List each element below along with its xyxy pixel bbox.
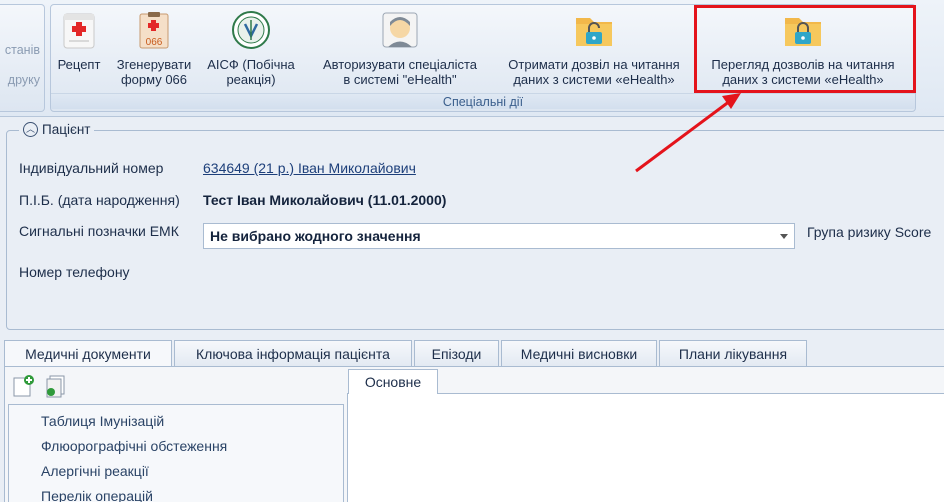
tree-item[interactable]: Флюорографічні обстеження — [41, 438, 227, 454]
tab-main[interactable]: Основне — [348, 369, 438, 394]
collapse-icon[interactable]: ︿ — [23, 122, 38, 137]
ribbon-partial-label[interactable]: станів — [5, 43, 40, 57]
form-066-icon: 066 — [139, 12, 169, 49]
chevron-down-icon[interactable] — [780, 234, 788, 239]
ribbon-group-label: Спеціальні дії — [51, 93, 915, 109]
ribbon-button-label-line: реакція) — [226, 72, 276, 87]
tree-item[interactable]: Алергічні реакції — [41, 463, 149, 479]
id-label: Індивідуальний номер — [19, 160, 164, 176]
ribbon-button-label: Рецепт — [57, 57, 101, 72]
tree-item[interactable]: Перелік операцій — [41, 488, 153, 502]
get-ehealth-read-permission-button[interactable]: Отримати дозвіл на читання даних з систе… — [493, 5, 695, 93]
tab-episodes[interactable]: Епізоди — [414, 340, 499, 367]
ribbon-button-label-line: в системі "eHealth" — [343, 72, 457, 87]
authorize-specialist-button[interactable]: Авторизувати спеціаліста в системі "eHea… — [307, 5, 493, 93]
ribbon-group-partial: станів друку — [0, 4, 45, 112]
emk-signal-select-value: Не вибрано жодного значення — [210, 228, 421, 244]
ribbon-partial-label[interactable]: друку — [8, 73, 40, 87]
ribbon-button-label-line: Отримати дозвіл на читання — [508, 57, 680, 72]
document-detail-panel — [347, 393, 944, 502]
ribbon-button-label-line: Згенерувати — [116, 57, 192, 72]
prescription-button[interactable]: Рецепт — [53, 5, 105, 93]
patient-panel-title: Пацієнт — [42, 122, 91, 137]
ribbon-button-label-line: даних з системи «eHealth» — [513, 72, 675, 87]
patient-panel-header: ︿ Пацієнт — [19, 122, 95, 137]
ribbon-button-label-line: АІСФ (Побічна — [207, 57, 295, 72]
form-066-icon-text: 066 — [146, 37, 163, 48]
emk-signal-select[interactable]: Не вибрано жодного значення — [203, 223, 795, 249]
ribbon-button-label: Згенерувати форму 066 — [109, 57, 199, 87]
risk-group-label: Група ризику Score — [807, 224, 932, 240]
tab-treatment-plans[interactable]: Плани лікування — [659, 340, 807, 367]
tree-item[interactable]: Таблиця Імунізацій — [41, 413, 164, 429]
highlight-box — [694, 5, 916, 93]
patient-id-link[interactable]: 634649 (21 р.) Іван Миколайович — [203, 160, 416, 176]
aisf-emblem-icon — [232, 11, 270, 49]
add-document-icon[interactable] — [12, 374, 36, 398]
patient-panel: ︿ Пацієнт Індивідуальний номер 634649 (2… — [6, 122, 944, 330]
ribbon-button-label-line: форму 066 — [120, 72, 188, 87]
tab-medical-documents[interactable]: Медичні документи — [4, 340, 172, 368]
ribbon-button-label: Авторизувати спеціаліста в системі "eHea… — [307, 57, 493, 87]
ribbon-button-label-line: Авторизувати спеціаліста — [322, 57, 477, 72]
copy-document-icon[interactable] — [44, 374, 68, 398]
phone-label: Номер телефону — [19, 264, 130, 280]
prescription-icon — [63, 13, 95, 49]
aisf-adverse-reaction-button[interactable]: АІСФ (Побічна реакція) — [203, 5, 299, 93]
tab-key-info[interactable]: Ключова інформація пацієнта — [174, 340, 412, 367]
generate-form-066-button[interactable]: 066 Згенерувати форму 066 — [109, 5, 199, 93]
emk-label: Сигнальні позначки ЕМК — [19, 223, 179, 239]
ribbon: станів друку Рецепт 066 Згенерувати форм… — [0, 0, 944, 117]
name-label: П.І.Б. (дата народження) — [19, 192, 180, 208]
tab-medical-conclusions[interactable]: Медичні висновки — [501, 340, 657, 367]
main-tabs: Медичні документи Ключова інформація пац… — [4, 340, 809, 368]
folder-unlock-icon — [576, 18, 612, 46]
patient-name-value: Тест Іван Миколайович (11.01.2000) — [203, 192, 447, 208]
medical-documents-tree: Таблиця Імунізацій Флюорографічні обстеж… — [8, 404, 344, 502]
ribbon-button-label: АІСФ (Побічна реакція) — [203, 57, 299, 87]
ribbon-button-label: Отримати дозвіл на читання даних з систе… — [493, 57, 695, 87]
doctor-avatar-icon — [382, 12, 418, 48]
